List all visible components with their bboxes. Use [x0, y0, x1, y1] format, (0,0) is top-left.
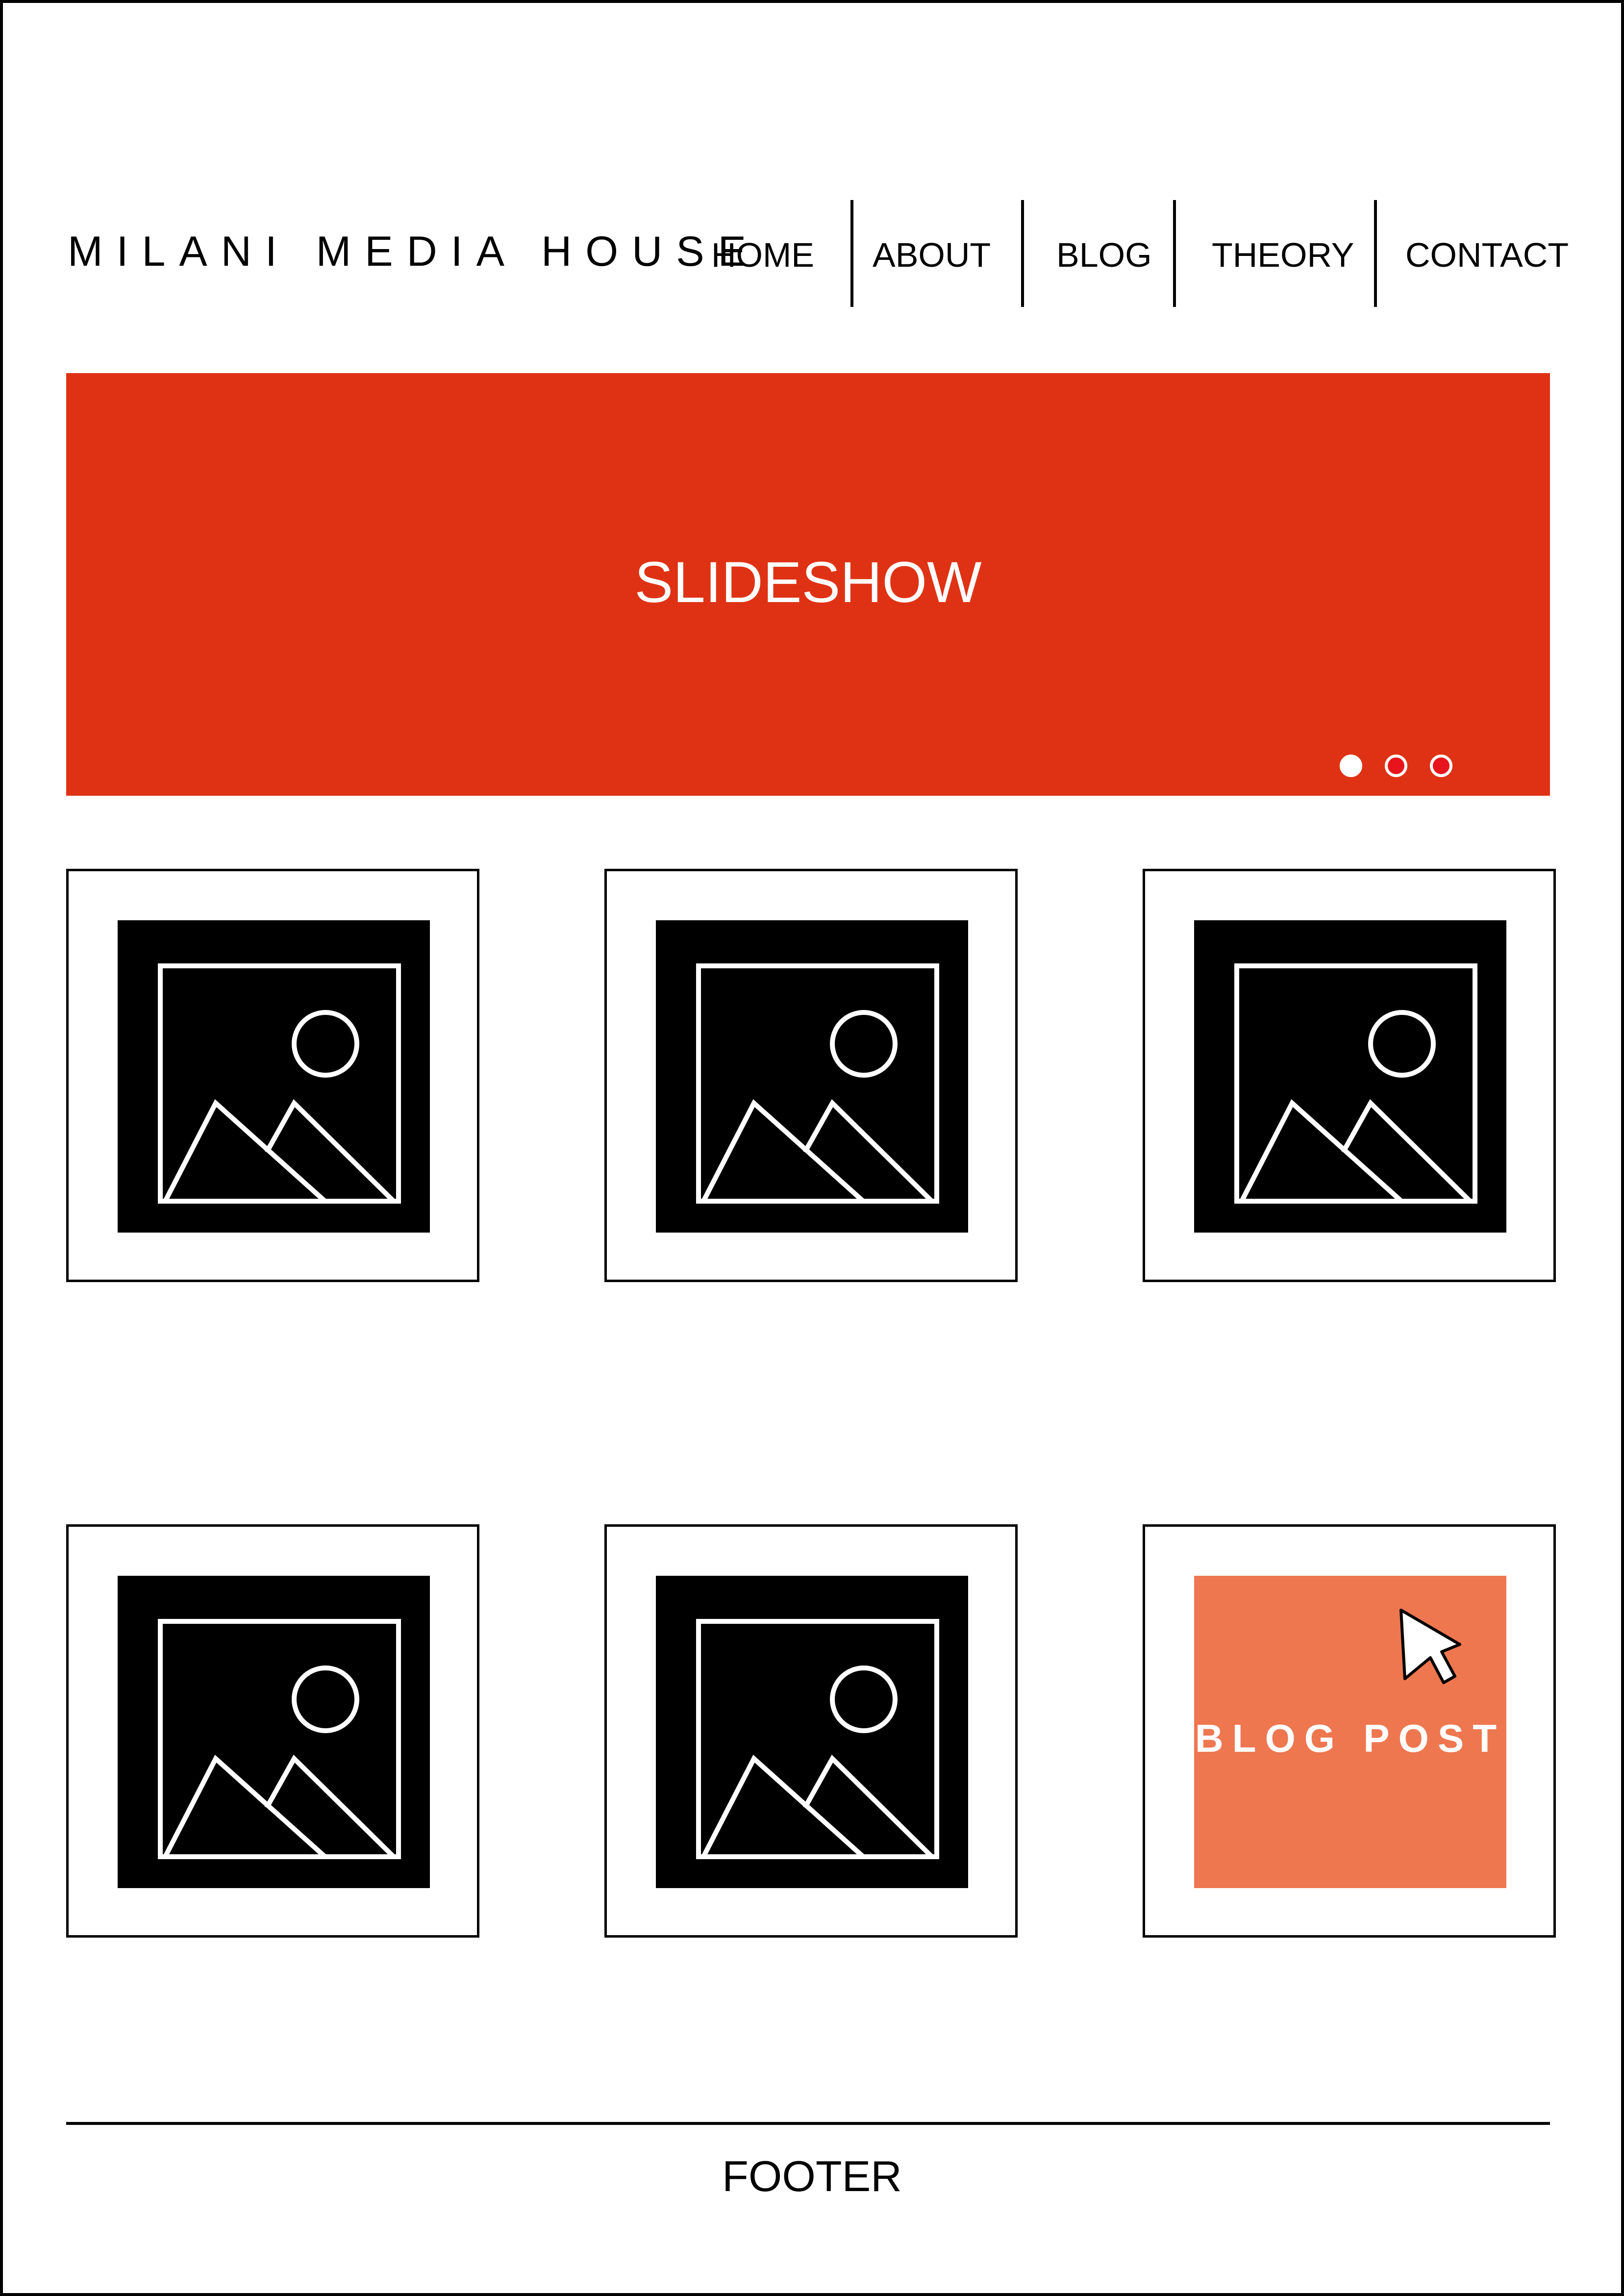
image-placeholder	[656, 920, 968, 1233]
image-placeholder-icon	[696, 963, 939, 1204]
slide-indicator-2[interactable]	[1385, 755, 1407, 777]
image-card[interactable]	[1143, 869, 1556, 1282]
blog-post-tile[interactable]: BLOG POST	[1194, 1576, 1506, 1888]
nav-divider	[1374, 200, 1377, 307]
image-card[interactable]	[604, 1524, 1018, 1938]
slide-indicator-1[interactable]	[1340, 755, 1362, 777]
image-placeholder	[656, 1576, 968, 1888]
image-placeholder	[1194, 920, 1506, 1233]
slideshow-label: SLIDESHOW	[634, 550, 982, 615]
nav-item-blog[interactable]: BLOG	[1056, 238, 1152, 272]
footer-label: FOOTER	[722, 2152, 902, 2200]
image-placeholder-icon	[158, 963, 401, 1204]
nav-item-contact[interactable]: CONTACT	[1405, 238, 1569, 272]
image-card[interactable]	[66, 1524, 479, 1938]
image-placeholder	[118, 1576, 430, 1888]
image-placeholder-icon	[696, 1619, 939, 1859]
slide-indicator-3[interactable]	[1430, 755, 1452, 777]
site-logo[interactable]: MILANI MEDIA HOUSE	[68, 230, 760, 273]
nav-item-theory[interactable]: THEORY	[1212, 238, 1354, 272]
blog-post-label: BLOG POST	[1195, 1716, 1506, 1760]
nav-item-about[interactable]: ABOUT	[873, 238, 991, 272]
image-placeholder	[118, 920, 430, 1233]
image-placeholder-icon	[158, 1619, 401, 1859]
image-card[interactable]	[604, 869, 1018, 1282]
image-placeholder-icon	[1234, 963, 1477, 1204]
cursor-arrow-icon	[1399, 1609, 1461, 1684]
nav-item-home[interactable]: HOME	[711, 238, 814, 272]
blog-post-card[interactable]: BLOG POST	[1143, 1524, 1556, 1938]
image-card[interactable]	[66, 869, 479, 1282]
nav-divider	[1021, 200, 1024, 307]
nav-divider	[1173, 200, 1176, 307]
slideshow-banner[interactable]: SLIDESHOW	[66, 373, 1550, 796]
nav-divider	[850, 200, 853, 307]
footer-divider	[66, 2122, 1550, 2125]
